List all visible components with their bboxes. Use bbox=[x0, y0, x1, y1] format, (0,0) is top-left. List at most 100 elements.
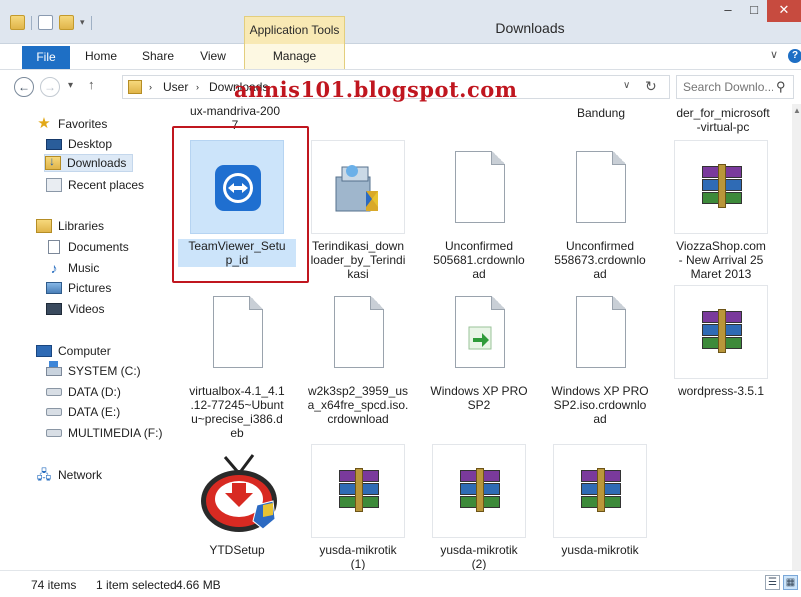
file-name: Windows XP PRO SP2.iso.crdownlo ad bbox=[551, 384, 649, 426]
winrar-icon bbox=[702, 309, 742, 353]
search-icon[interactable]: ⚲ bbox=[776, 79, 786, 95]
tab-share[interactable]: Share bbox=[141, 44, 175, 69]
computer-icon bbox=[36, 345, 52, 357]
nav-label: Pictures bbox=[68, 281, 112, 295]
nav-computer[interactable]: Computer bbox=[36, 342, 111, 360]
file-item[interactable]: yusda-mikrotik (1) bbox=[299, 444, 417, 570]
file-thumbnail bbox=[190, 140, 284, 234]
blank-file-icon bbox=[576, 296, 626, 368]
vertical-scrollbar[interactable]: ▲ bbox=[792, 104, 801, 570]
scroll-up-icon[interactable]: ▲ bbox=[793, 106, 801, 115]
file-name: Unconfirmed 558673.crdownlo ad bbox=[554, 239, 646, 281]
network-icon: 🖧 bbox=[36, 467, 52, 482]
file-item[interactable]: Windows XP PRO SP2 bbox=[420, 285, 538, 435]
file-item[interactable]: w2k3sp2_3959_us a_x64fre_spcd.iso. crdow… bbox=[299, 285, 417, 435]
nav-music[interactable]: ♪ Music bbox=[46, 259, 100, 277]
properties-icon[interactable] bbox=[38, 15, 53, 30]
nav-label: Desktop bbox=[68, 137, 113, 151]
file-item[interactable]: Unconfirmed 558673.crdownlo ad bbox=[541, 140, 659, 281]
file-thumbnail bbox=[311, 444, 405, 538]
details-view-icon[interactable]: ☰ bbox=[765, 575, 780, 590]
file-name: virtualbox-4.1_4.1 .12-77245~Ubunt u~pre… bbox=[189, 384, 285, 440]
tab-home[interactable]: Home bbox=[83, 44, 119, 69]
nav-drive-e[interactable]: DATA (E:) bbox=[46, 403, 120, 421]
file-item[interactable]: yusda-mikrotik bbox=[541, 444, 659, 570]
nav-desktop[interactable]: Desktop bbox=[46, 135, 112, 153]
installer-icon bbox=[335, 165, 378, 212]
recent-locations-icon[interactable]: ▾ bbox=[68, 80, 73, 91]
nav-drive-c[interactable]: SYSTEM (C:) bbox=[46, 360, 141, 380]
address-dropdown-icon[interactable]: ∨ bbox=[623, 80, 630, 91]
nav-libraries[interactable]: Libraries bbox=[36, 217, 104, 235]
breadcrumb-separator[interactable]: › bbox=[149, 82, 152, 92]
context-tab-label: Application Tools bbox=[249, 23, 340, 37]
file-name-partial[interactable]: Bandung bbox=[542, 106, 660, 120]
videos-icon bbox=[46, 303, 62, 315]
file-name: Windows XP PRO SP2 bbox=[430, 384, 528, 412]
nav-label: DATA (E:) bbox=[68, 405, 121, 419]
nav-documents[interactable]: Documents bbox=[46, 238, 129, 256]
file-name: ViozzaShop.com - New Arrival 25 Maret 20… bbox=[676, 239, 766, 281]
file-name-partial[interactable]: ux-mandriva-200 7 bbox=[176, 104, 294, 132]
new-folder-icon[interactable] bbox=[59, 15, 74, 30]
customize-toolbar-icon[interactable]: ▾ bbox=[80, 17, 85, 28]
drive-icon bbox=[46, 408, 62, 416]
help-icon[interactable]: ? bbox=[788, 49, 801, 63]
file-item[interactable]: TeamViewer_Setu p_id bbox=[178, 140, 296, 280]
folder-icon[interactable] bbox=[10, 15, 25, 30]
file-item[interactable]: Unconfirmed 505681.crdownlo ad bbox=[420, 140, 538, 281]
winrar-icon bbox=[581, 468, 621, 512]
nav-recent-places[interactable]: Recent places bbox=[46, 176, 144, 194]
file-thumbnail bbox=[190, 444, 284, 538]
file-thumbnail bbox=[674, 285, 768, 379]
nav-label: Favorites bbox=[58, 117, 108, 131]
search-input[interactable] bbox=[683, 79, 773, 95]
tab-manage[interactable]: Manage bbox=[244, 44, 345, 69]
drive-icon bbox=[46, 388, 62, 396]
file-item[interactable]: yusda-mikrotik (2) bbox=[420, 444, 538, 570]
refresh-icon[interactable]: ↻ bbox=[645, 78, 657, 95]
search-box[interactable]: ⚲ bbox=[676, 75, 794, 99]
file-name: YTDSetup bbox=[209, 543, 265, 557]
file-item[interactable]: virtualbox-4.1_4.1 .12-77245~Ubunt u~pre… bbox=[178, 285, 296, 440]
file-item[interactable]: ViozzaShop.com - New Arrival 25 Maret 20… bbox=[662, 140, 780, 281]
file-item[interactable]: wordpress-3.5.1 bbox=[662, 285, 780, 435]
back-button[interactable]: ← bbox=[14, 77, 34, 97]
nav-drive-f[interactable]: MULTIMEDIA (F:) bbox=[46, 424, 162, 442]
tab-file[interactable]: File bbox=[22, 46, 70, 69]
toolbar-separator bbox=[90, 15, 92, 30]
file-list[interactable]: ux-mandriva-200 7 Bandung der_for_micros… bbox=[172, 104, 792, 570]
desktop-icon bbox=[46, 138, 62, 150]
file-item[interactable]: Terindikasi_down loader_by_Terindi kasi bbox=[299, 140, 417, 281]
drive-icon bbox=[46, 429, 62, 437]
nav-label: Libraries bbox=[58, 219, 105, 233]
libraries-icon bbox=[36, 219, 52, 233]
nav-network[interactable]: 🖧 Network bbox=[36, 466, 102, 484]
nav-label: Downloads bbox=[67, 156, 127, 170]
file-thumbnail bbox=[432, 285, 526, 379]
application-tools-context-tab: Application Tools bbox=[244, 16, 345, 44]
breadcrumb-user[interactable]: User bbox=[163, 80, 188, 94]
file-name-partial[interactable]: der_for_microsoft -virtual-pc bbox=[664, 106, 782, 134]
nav-label: Documents bbox=[68, 240, 129, 254]
downloads-folder-icon bbox=[128, 80, 142, 94]
expand-ribbon-icon[interactable]: ∨ bbox=[770, 48, 778, 61]
nav-drive-d[interactable]: DATA (D:) bbox=[46, 383, 121, 401]
nav-videos[interactable]: Videos bbox=[46, 300, 104, 318]
file-item[interactable]: YTDSetup bbox=[178, 444, 296, 570]
shortcut-file-icon bbox=[455, 296, 505, 368]
large-icons-view-icon[interactable]: ▦ bbox=[783, 575, 798, 590]
file-thumbnail bbox=[311, 285, 405, 379]
up-button[interactable]: ↑ bbox=[88, 77, 95, 92]
file-item[interactable]: Windows XP PRO SP2.iso.crdownlo ad bbox=[541, 285, 659, 435]
close-button[interactable]: ✕ bbox=[767, 0, 801, 22]
teamviewer-icon bbox=[215, 165, 261, 211]
breadcrumb-separator[interactable]: › bbox=[196, 82, 199, 92]
minimize-button[interactable]: – bbox=[715, 0, 741, 22]
nav-favorites[interactable]: ★ Favorites bbox=[36, 115, 107, 133]
forward-button[interactable]: → bbox=[40, 77, 60, 97]
tab-view[interactable]: View bbox=[198, 44, 228, 69]
maximize-button[interactable]: □ bbox=[741, 0, 767, 22]
nav-downloads[interactable]: Downloads bbox=[44, 154, 134, 172]
nav-pictures[interactable]: Pictures bbox=[46, 279, 111, 297]
